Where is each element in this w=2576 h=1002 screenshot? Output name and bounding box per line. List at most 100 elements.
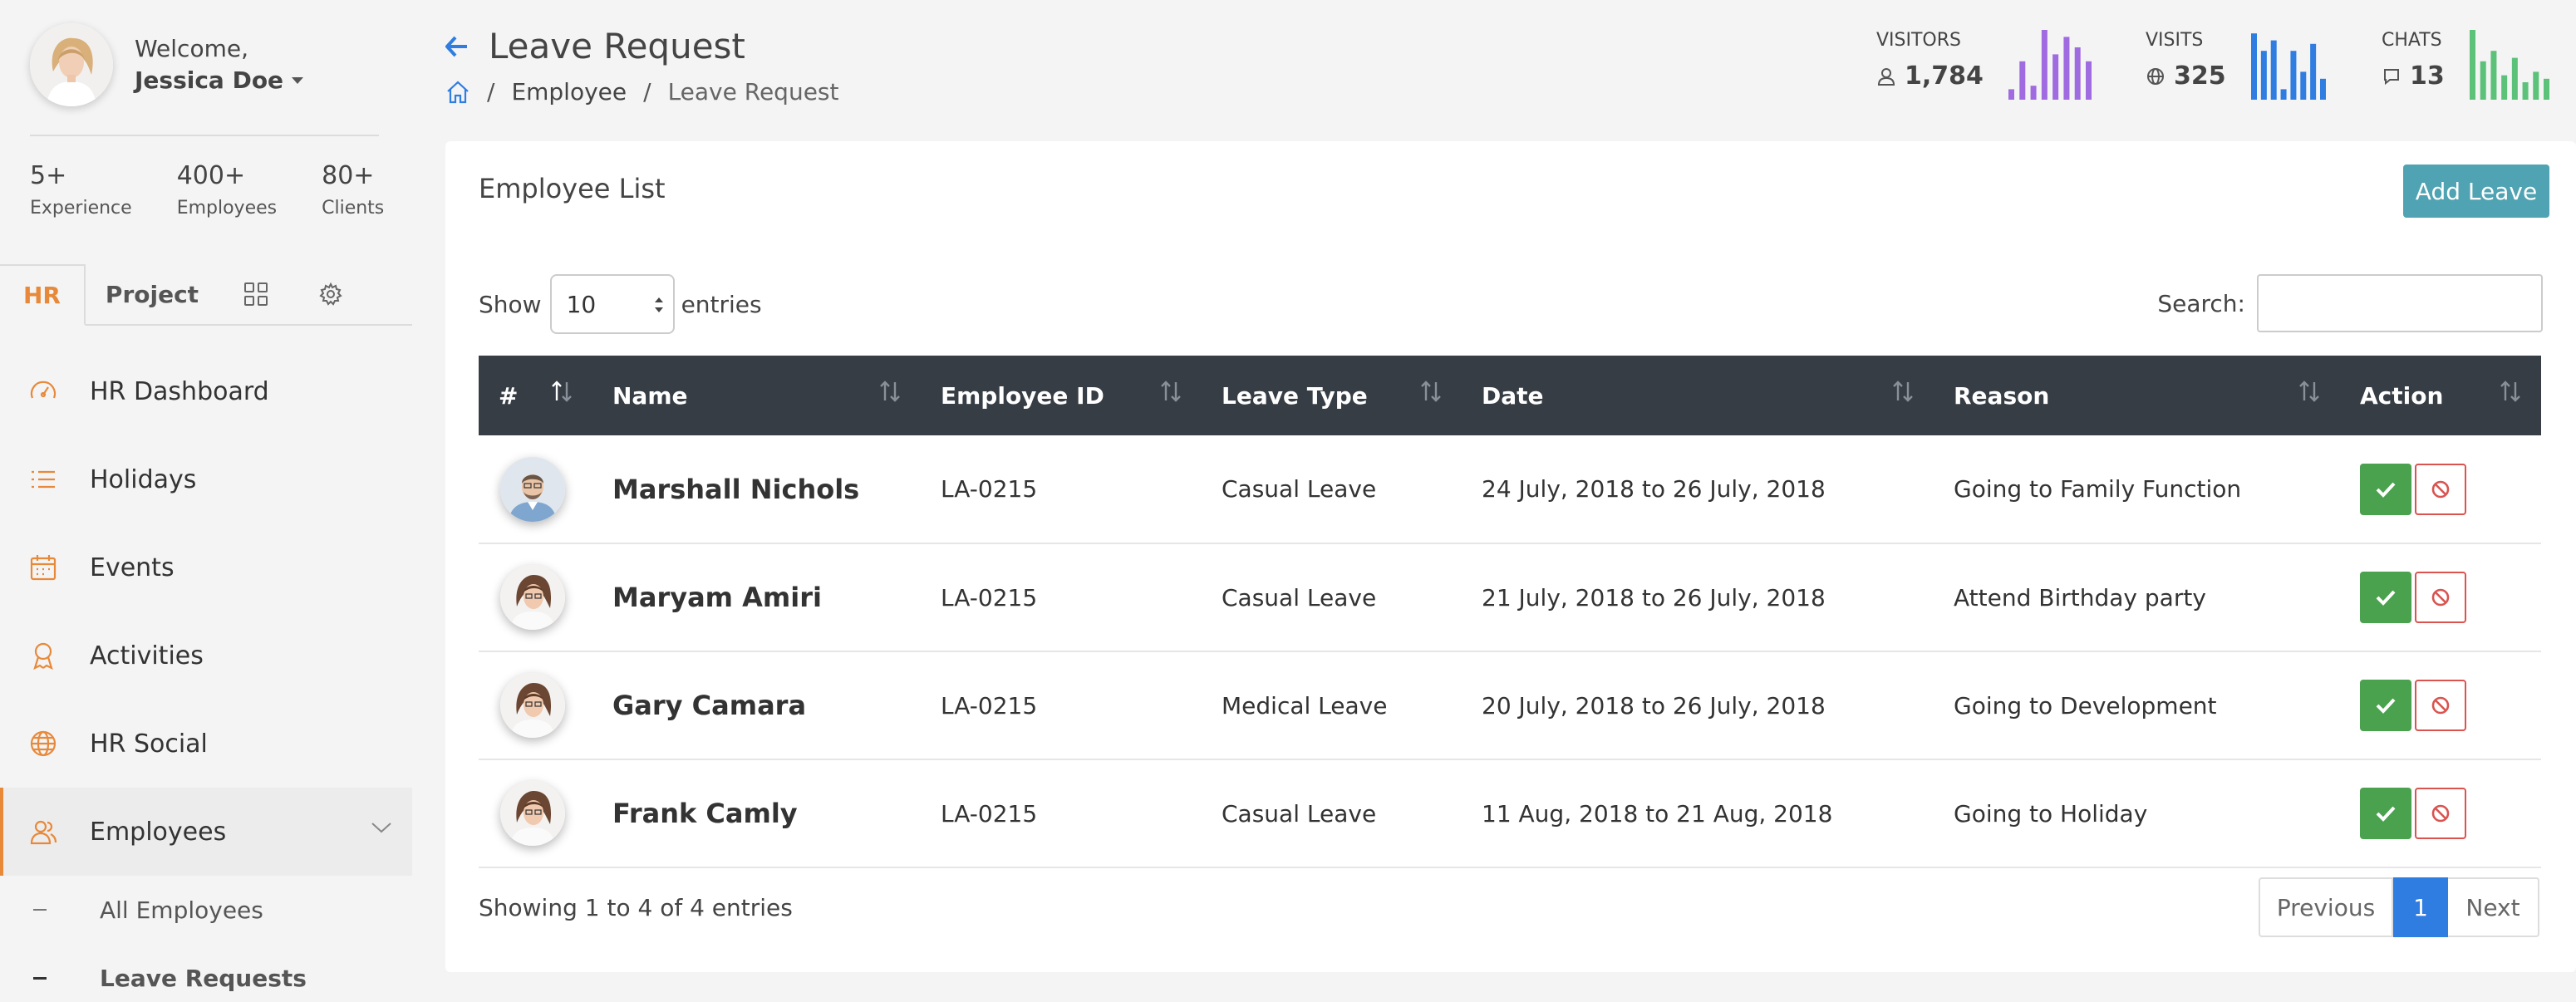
sparkline-bar bbox=[2270, 40, 2277, 100]
column-header-leave-type[interactable]: Leave Type bbox=[1202, 356, 1462, 435]
column-header-reason[interactable]: Reason bbox=[1934, 356, 2340, 435]
reject-button[interactable] bbox=[2415, 788, 2466, 839]
entries-label: entries bbox=[681, 290, 762, 318]
back-arrow-icon[interactable] bbox=[445, 36, 469, 57]
sidebar-item-label: HR Social bbox=[90, 729, 208, 759]
sidebar: Welcome, Jessica Doe 5+ Experience 400+ … bbox=[0, 0, 412, 1002]
stat-label: VISITORS bbox=[1876, 30, 1961, 51]
search-label: Search: bbox=[2157, 289, 2245, 317]
sidebar-subitem-leave-requests[interactable]: Leave Requests bbox=[0, 944, 412, 1002]
breadcrumb-current: Leave Request bbox=[667, 78, 839, 106]
column-header-name[interactable]: Name bbox=[592, 356, 921, 435]
tab-settings[interactable] bbox=[293, 264, 368, 324]
sparkline-bar bbox=[2490, 51, 2497, 100]
cell-action bbox=[2340, 651, 2541, 760]
reject-button[interactable] bbox=[2415, 463, 2466, 515]
cell-avatar bbox=[479, 435, 592, 544]
avatar[interactable] bbox=[30, 23, 113, 106]
reject-button[interactable] bbox=[2415, 572, 2466, 623]
approve-button[interactable] bbox=[2360, 463, 2411, 515]
stat-value: 80+ bbox=[322, 161, 375, 190]
stat-label: Employees bbox=[176, 198, 278, 219]
cell-action bbox=[2340, 759, 2541, 868]
sidebar-item-activities[interactable]: Activities bbox=[0, 612, 412, 700]
search-input[interactable] bbox=[2257, 274, 2543, 332]
sort-icon bbox=[2500, 381, 2520, 402]
sparkline-bar bbox=[2543, 78, 2549, 100]
reject-button[interactable] bbox=[2415, 680, 2466, 731]
tab-apps[interactable] bbox=[219, 264, 293, 324]
pagination-next[interactable]: Next bbox=[2448, 877, 2539, 937]
tab-hr[interactable]: HR bbox=[0, 264, 86, 326]
home-icon[interactable] bbox=[445, 80, 470, 105]
stat-chats: CHATS 13 bbox=[2382, 28, 2549, 100]
sidebar-item-holidays[interactable]: Holidays bbox=[0, 435, 412, 523]
cell-action bbox=[2340, 543, 2541, 652]
divider bbox=[30, 135, 379, 136]
cell-reason: Going to Development bbox=[1934, 651, 2340, 760]
list-icon bbox=[32, 470, 55, 489]
cell-employee-id: LA-0215 bbox=[921, 543, 1202, 652]
sort-icon bbox=[1893, 381, 1913, 402]
avatar bbox=[500, 673, 565, 738]
cell-reason: Going to Family Function bbox=[1934, 435, 2340, 544]
cell-employee-id: LA-0215 bbox=[921, 759, 1202, 868]
sparkline-bar bbox=[2319, 78, 2326, 100]
dashboard-icon bbox=[30, 381, 57, 399]
cell-date: 20 July, 2018 to 26 July, 2018 bbox=[1462, 651, 1934, 760]
page-title: Leave Request bbox=[489, 26, 745, 66]
cell-employee-id: LA-0215 bbox=[921, 435, 1202, 544]
approve-button[interactable] bbox=[2360, 788, 2411, 839]
award-icon bbox=[33, 642, 53, 670]
cell-name: Frank Camly bbox=[592, 759, 921, 868]
user-menu[interactable]: Jessica Doe bbox=[135, 65, 304, 96]
gear-icon bbox=[319, 282, 342, 306]
add-leave-button[interactable]: Add Leave bbox=[2403, 165, 2549, 218]
sort-icon bbox=[1421, 381, 1441, 402]
user-stats: 5+ Experience 400+ Employees 80+ Clients bbox=[30, 160, 429, 223]
cell-date: 24 July, 2018 to 26 July, 2018 bbox=[1462, 435, 1934, 544]
page-header: Leave Request / Employee / Leave Request bbox=[445, 23, 839, 106]
sidebar-subitem-all-employees[interactable]: All Employees bbox=[0, 876, 412, 944]
cell-employee-id: LA-0215 bbox=[921, 651, 1202, 760]
sparkline-bar bbox=[2511, 57, 2518, 100]
tab-project[interactable]: Project bbox=[86, 264, 219, 324]
entries-select[interactable]: 10 bbox=[549, 274, 675, 334]
employee-list-card: Employee List Add Leave Show 10 entries … bbox=[445, 141, 2576, 972]
ban-icon bbox=[2431, 480, 2450, 498]
approve-button[interactable] bbox=[2360, 680, 2411, 731]
table-row: Frank Camly LA-0215 Casual Leave 11 Aug,… bbox=[479, 759, 2541, 868]
cell-reason: Going to Holiday bbox=[1934, 759, 2340, 868]
avatar bbox=[500, 565, 565, 630]
sidebar-item-label: HR Dashboard bbox=[90, 376, 269, 406]
column-header-employee-id[interactable]: Employee ID bbox=[921, 356, 1202, 435]
cell-avatar bbox=[479, 543, 592, 652]
breadcrumb-employee[interactable]: Employee bbox=[511, 78, 627, 106]
sparkline-chart bbox=[2250, 33, 2326, 100]
check-icon bbox=[2376, 482, 2396, 498]
cell-name: Gary Camara bbox=[592, 651, 921, 760]
column-header-index[interactable]: # bbox=[479, 356, 592, 435]
pagination-previous[interactable]: Previous bbox=[2259, 877, 2393, 937]
cell-avatar bbox=[479, 759, 592, 868]
sidebar-item-hr-dashboard[interactable]: HR Dashboard bbox=[0, 347, 412, 435]
sidebar-item-hr-social[interactable]: HR Social bbox=[0, 700, 412, 788]
breadcrumb: / Employee / Leave Request bbox=[445, 78, 839, 106]
column-header-action[interactable]: Action bbox=[2340, 356, 2541, 435]
caret-down-icon bbox=[292, 77, 304, 84]
sidebar-item-events[interactable]: Events bbox=[0, 523, 412, 612]
pagination-page-1[interactable]: 1 bbox=[2393, 877, 2448, 937]
stat-value: 1,784 bbox=[1905, 61, 1984, 91]
sparkline-bar bbox=[2299, 71, 2306, 100]
breadcrumb-separator: / bbox=[487, 78, 495, 106]
sidebar-item-employees[interactable]: Employees bbox=[0, 788, 412, 876]
sparkline-bar bbox=[2063, 37, 2070, 100]
column-header-date[interactable]: Date bbox=[1462, 356, 1934, 435]
chat-icon bbox=[2384, 68, 2399, 85]
approve-button[interactable] bbox=[2360, 572, 2411, 623]
sort-icon bbox=[880, 381, 900, 402]
breadcrumb-separator: / bbox=[643, 78, 651, 106]
calendar-icon bbox=[30, 555, 57, 581]
dash-icon bbox=[33, 909, 47, 911]
table-header-row: # Name Employee ID Leave Type Date Reaso… bbox=[479, 356, 2541, 435]
